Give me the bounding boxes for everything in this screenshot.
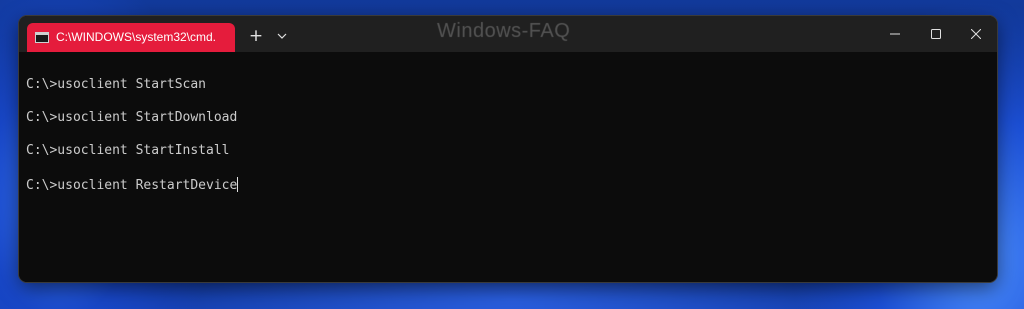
terminal-line-current: C:\>usoclient RestartDevice	[26, 177, 239, 193]
new-tab-button[interactable]: +	[245, 25, 267, 47]
maximize-button[interactable]	[916, 16, 956, 52]
tab-dropdown-button[interactable]	[273, 25, 291, 47]
text-cursor	[237, 177, 239, 192]
current-command: C:\>usoclient RestartDevice	[26, 178, 238, 193]
minimize-icon	[890, 33, 900, 35]
title-bar: C:\WINDOWS\system32\cmd. + Windows-FAQ	[19, 16, 997, 52]
terminal-line: C:\>usoclient StartScan	[26, 77, 207, 92]
tab-title: C:\WINDOWS\system32\cmd.	[56, 30, 217, 44]
watermark: Windows-FAQ	[437, 20, 571, 42]
close-icon	[971, 29, 981, 39]
terminal-line: C:\>usoclient StartInstall	[26, 143, 230, 158]
chevron-down-icon	[277, 33, 287, 39]
close-button[interactable]	[956, 16, 996, 52]
terminal-window: C:\WINDOWS\system32\cmd. + Windows-FAQ C…	[19, 16, 997, 282]
minimize-button[interactable]	[875, 16, 915, 52]
cmd-icon	[35, 32, 49, 43]
tab-cmd[interactable]: C:\WINDOWS\system32\cmd.	[27, 23, 235, 52]
maximize-icon	[931, 29, 941, 39]
terminal-output[interactable]: C:\>usoclient StartScan C:\>usoclient St…	[19, 52, 997, 282]
terminal-line: C:\>usoclient StartDownload	[26, 110, 238, 125]
